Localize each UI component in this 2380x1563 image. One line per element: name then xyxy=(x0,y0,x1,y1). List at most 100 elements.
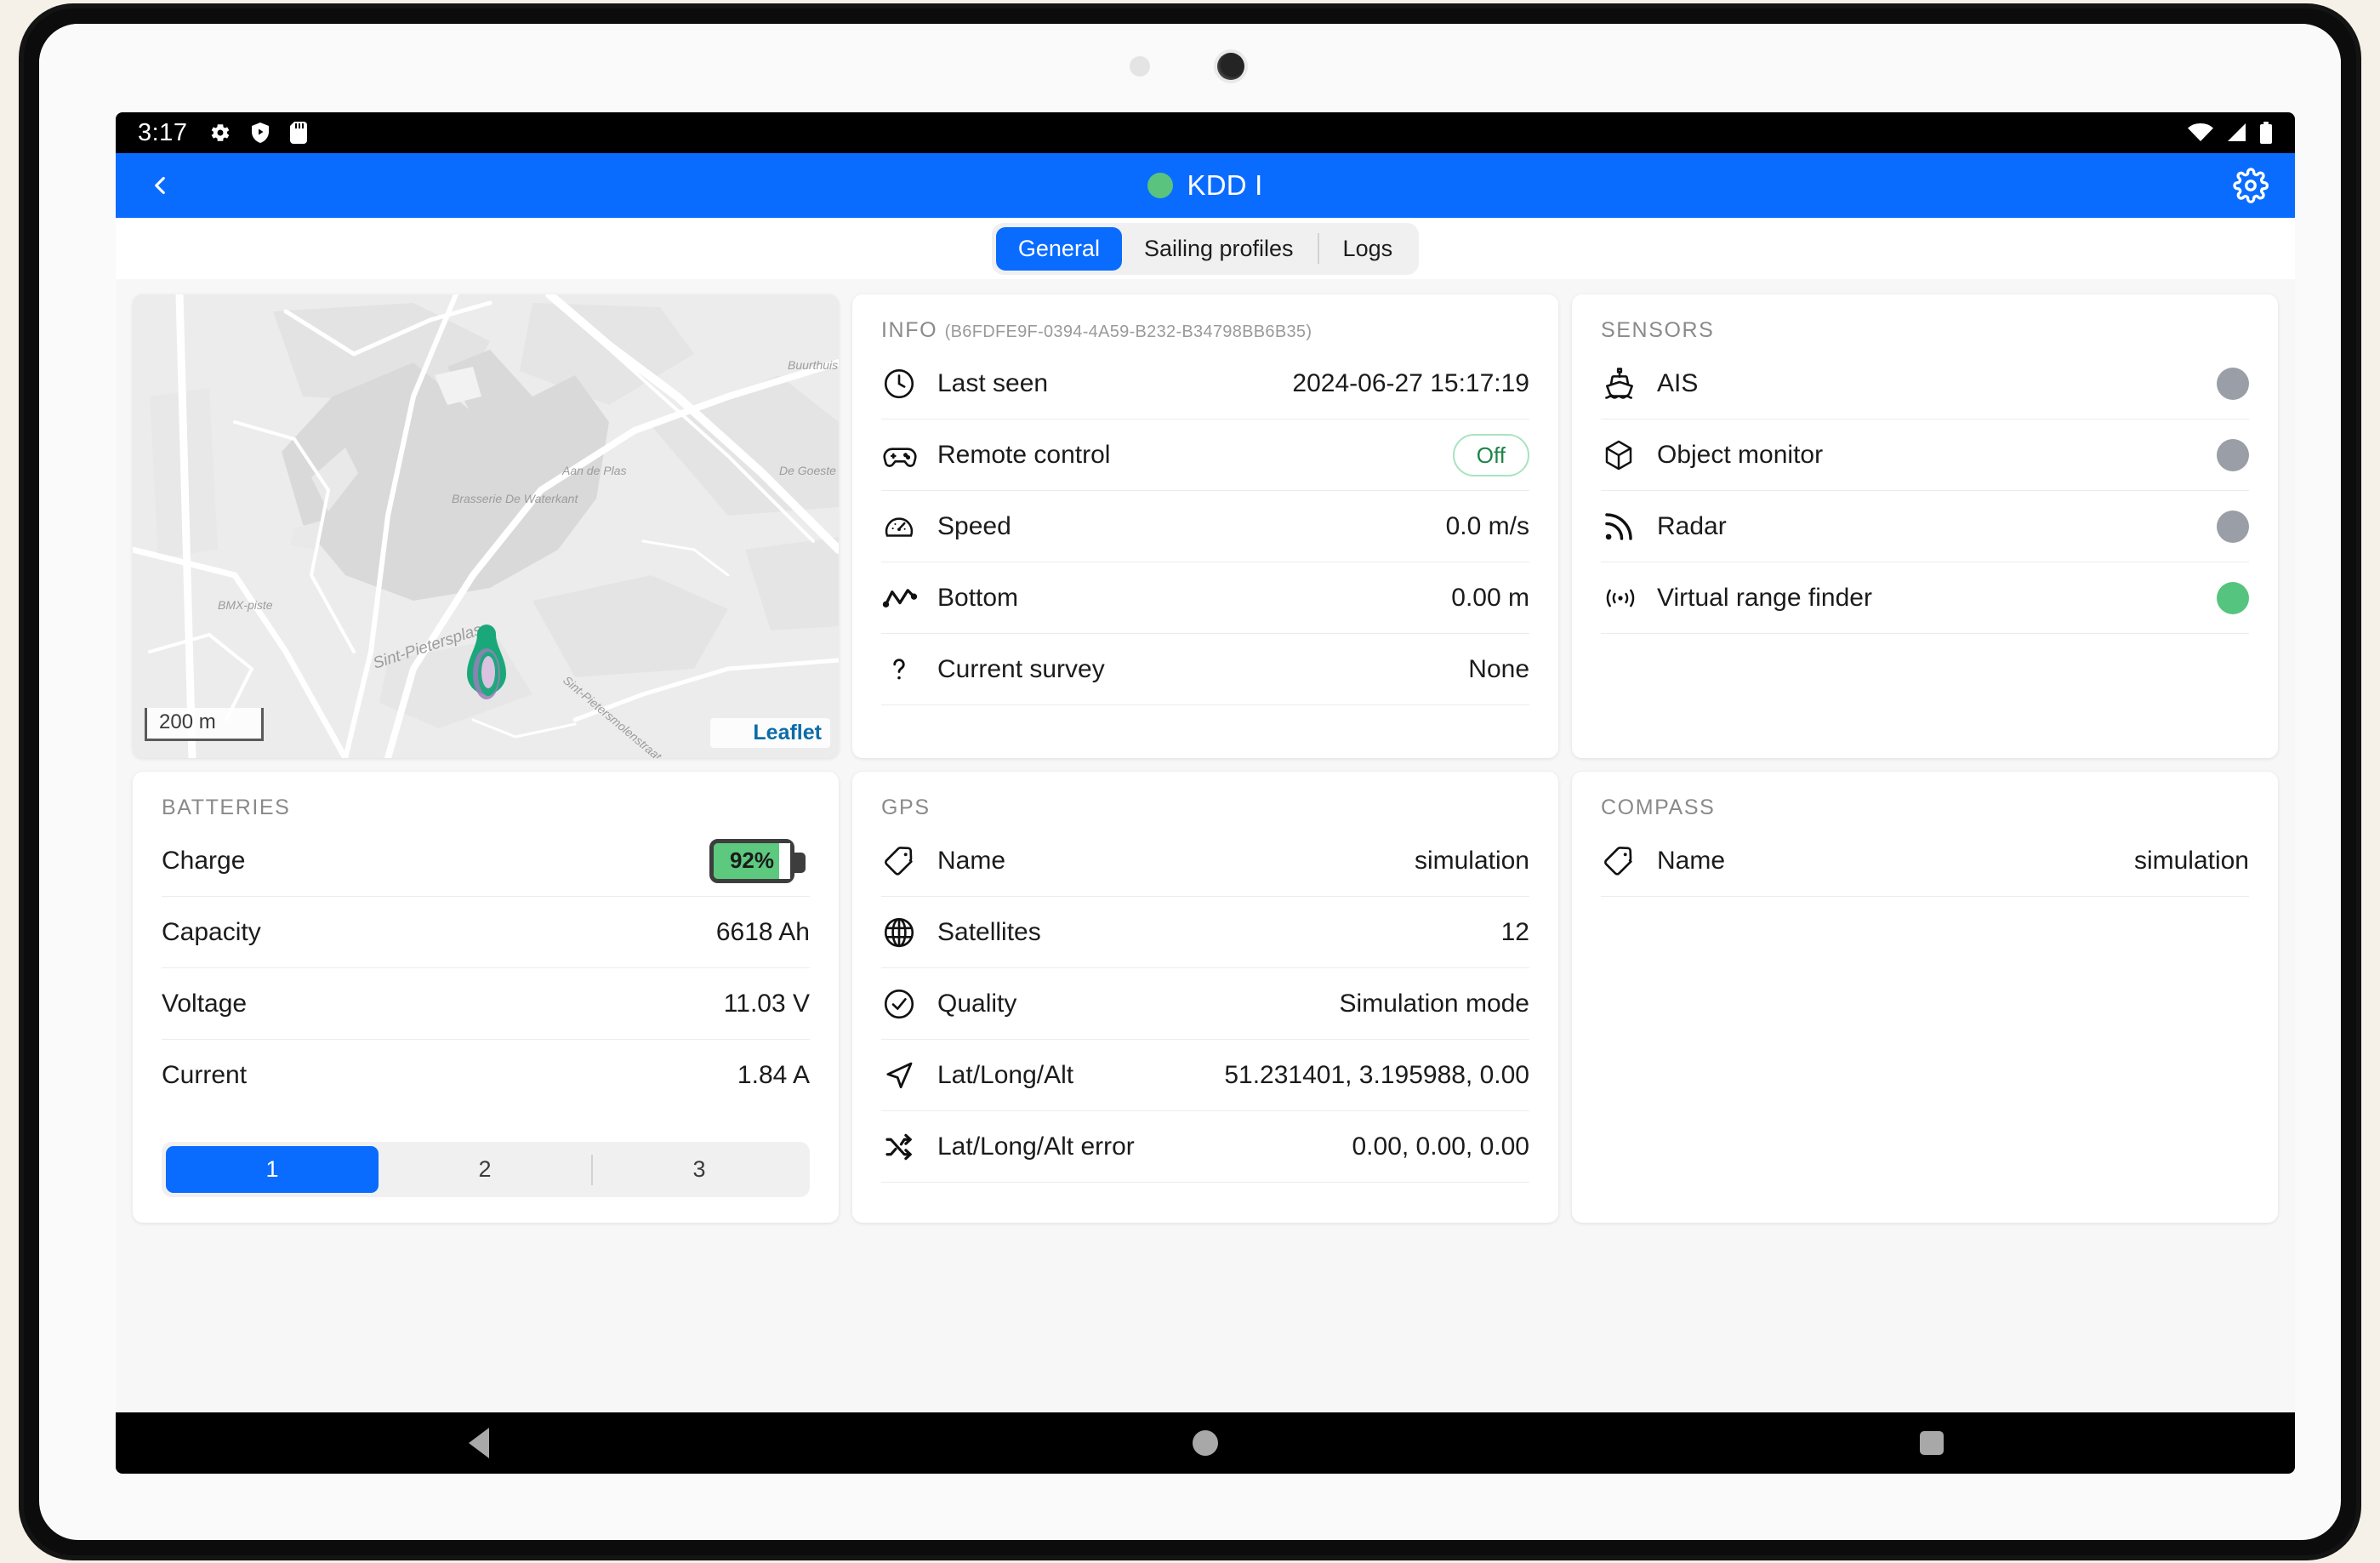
info-row-remote-control: Remote control Off xyxy=(881,419,1529,491)
status-bar-right-icons xyxy=(2188,122,2273,144)
battery-icon xyxy=(2259,122,2273,144)
gps-value-latlongalt-error: 0.00, 0.00, 0.00 xyxy=(1352,1132,1529,1161)
gear-icon xyxy=(2233,168,2269,203)
gps-row-latlongalt-error: Lat/Long/Alt error 0.00, 0.00, 0.00 xyxy=(881,1111,1529,1183)
map-label-aan-de-plas: Aan de Plas xyxy=(561,464,627,477)
info-value-last-seen: 2024-06-27 15:17:19 xyxy=(1292,368,1529,397)
info-value-bottom: 0.00 m xyxy=(1451,583,1529,612)
sensors-card: SENSORS AIS Object monitor Radar Virtual… xyxy=(1572,294,2278,758)
tag-icon xyxy=(881,843,937,879)
battery-charge-badge: 92% xyxy=(709,838,806,883)
map-label-buurthuis-d: Buurthuis D xyxy=(788,358,839,372)
sensor-row-ais: AIS xyxy=(1601,348,2249,419)
globe-icon xyxy=(881,915,937,950)
sensor-row-radar: Radar xyxy=(1601,491,2249,562)
remote-control-off-pill: Off xyxy=(1452,433,1529,476)
device-status-dot xyxy=(1147,173,1174,198)
info-row-current-survey: Current survey None xyxy=(881,634,1529,705)
home-circle-icon xyxy=(1193,1430,1218,1456)
gear-icon xyxy=(209,122,231,144)
info-title-text: INFO xyxy=(881,318,938,342)
screenshot-root: 3:17 KDD I General Sailing profiles Logs… xyxy=(0,0,2380,1563)
tab-logs[interactable]: Logs xyxy=(1321,227,1415,271)
compass-card-title: COMPASS xyxy=(1601,796,1716,819)
battery-selector-2[interactable]: 2 xyxy=(379,1146,591,1193)
radar-waves-icon xyxy=(1601,509,1657,545)
compass-row-name: Name simulation xyxy=(1601,825,2249,897)
broadcast-icon xyxy=(1601,580,1657,616)
gps-label-name: Name xyxy=(937,846,1006,875)
sensor-status-dot-radar xyxy=(2217,510,2249,543)
ship-icon xyxy=(1601,365,1657,402)
info-row-speed: Speed 0.0 m/s xyxy=(881,491,1529,562)
info-card-title: INFO (B6FDFE9F-0394-4A59-B232-B34798BB6B… xyxy=(881,318,1529,343)
device-screen: 3:17 KDD I General Sailing profiles Logs… xyxy=(116,112,2295,1474)
settings-button[interactable] xyxy=(2229,163,2273,208)
map-label-de-goeste: De Goeste xyxy=(779,464,836,477)
battery-selector: 1 2 3 xyxy=(162,1142,810,1197)
android-status-bar: 3:17 xyxy=(116,112,2295,153)
ambient-sensor-dot xyxy=(1130,56,1150,77)
battery-label-charge: Charge xyxy=(162,846,246,875)
batteries-card-title: BATTERIES xyxy=(162,796,291,819)
question-mark-icon xyxy=(881,652,937,687)
sensor-status-dot-object-monitor xyxy=(2217,438,2249,471)
gps-label-satellites: Satellites xyxy=(937,917,1041,946)
gps-label-latlongalt-error: Lat/Long/Alt error xyxy=(937,1132,1135,1161)
info-row-last-seen: Last seen 2024-06-27 15:17:19 xyxy=(881,348,1529,419)
speedometer-icon xyxy=(881,509,937,545)
sensor-label-virtual-range-finder: Virtual range finder xyxy=(1657,583,1872,612)
ukraine-flag-icon xyxy=(719,724,746,743)
remote-control-state[interactable]: Off xyxy=(1452,433,1529,476)
gps-row-quality: Quality Simulation mode xyxy=(881,968,1529,1040)
recents-square-icon xyxy=(1920,1431,1944,1455)
back-button[interactable] xyxy=(138,163,182,208)
battery-value-voltage: 11.03 V xyxy=(723,989,810,1018)
gps-label-quality: Quality xyxy=(937,989,1017,1018)
nav-home-button[interactable] xyxy=(1154,1430,1256,1456)
tag-icon xyxy=(1601,843,1657,879)
map-label-bmx: BMX-piste xyxy=(218,598,273,612)
battery-charge-text: 92% xyxy=(729,847,775,873)
tab-bar: General Sailing profiles Logs xyxy=(116,218,2295,279)
shield-play-icon xyxy=(250,122,270,144)
cell-signal-icon xyxy=(2225,123,2247,143)
nav-recents-button[interactable] xyxy=(1881,1431,1983,1455)
app-bar-title-wrap: KDD I xyxy=(116,169,2295,202)
activity-icon xyxy=(881,579,937,617)
sensor-label-ais: AIS xyxy=(1657,368,1699,397)
chevron-left-icon xyxy=(155,176,165,195)
info-label-bottom: Bottom xyxy=(937,583,1019,612)
sensor-status-dot-ais xyxy=(2217,367,2249,400)
tab-sailing-profiles[interactable]: Sailing profiles xyxy=(1122,227,1316,271)
battery-value-capacity: 6618 Ah xyxy=(715,917,810,946)
map-card[interactable]: Sint-Pietersplas BMX-piste De Blauwe Rei… xyxy=(133,294,839,758)
compass-value-name: simulation xyxy=(2133,846,2249,875)
map-scale-bar: 200 m xyxy=(145,708,264,741)
info-label-remote-control: Remote control xyxy=(937,440,1111,469)
gps-value-name: simulation xyxy=(1414,846,1529,875)
sd-card-icon xyxy=(289,122,308,144)
info-label-speed: Speed xyxy=(937,511,1011,540)
front-camera-icon xyxy=(1214,49,1248,83)
gamepad-icon xyxy=(881,436,937,474)
battery-selector-3[interactable]: 3 xyxy=(593,1146,806,1193)
navigation-arrow-icon xyxy=(881,1058,937,1093)
nav-back-button[interactable] xyxy=(428,1428,530,1458)
battery-charge-value-wrap: 92% xyxy=(709,838,810,883)
info-label-last-seen: Last seen xyxy=(937,368,1049,397)
battery-value-current: 1.84 A xyxy=(737,1061,810,1089)
battery-row-charge: Charge 92% xyxy=(162,825,810,897)
sensor-status-dot-virtual-range-finder xyxy=(2217,581,2249,614)
info-value-current-survey: None xyxy=(1468,654,1529,683)
map-label-brasserie: Brasserie De Waterkant xyxy=(452,492,578,505)
page-title: KDD I xyxy=(1187,169,1263,201)
tab-general[interactable]: General xyxy=(995,226,1122,271)
status-bar-clock: 3:17 xyxy=(138,118,188,146)
wifi-icon xyxy=(2188,123,2213,143)
battery-label-capacity: Capacity xyxy=(162,917,261,946)
info-value-speed: 0.0 m/s xyxy=(1445,511,1529,540)
sensor-label-object-monitor: Object monitor xyxy=(1657,440,1824,469)
leaflet-attribution[interactable]: Leaflet xyxy=(710,718,830,748)
battery-selector-1[interactable]: 1 xyxy=(166,1146,379,1193)
